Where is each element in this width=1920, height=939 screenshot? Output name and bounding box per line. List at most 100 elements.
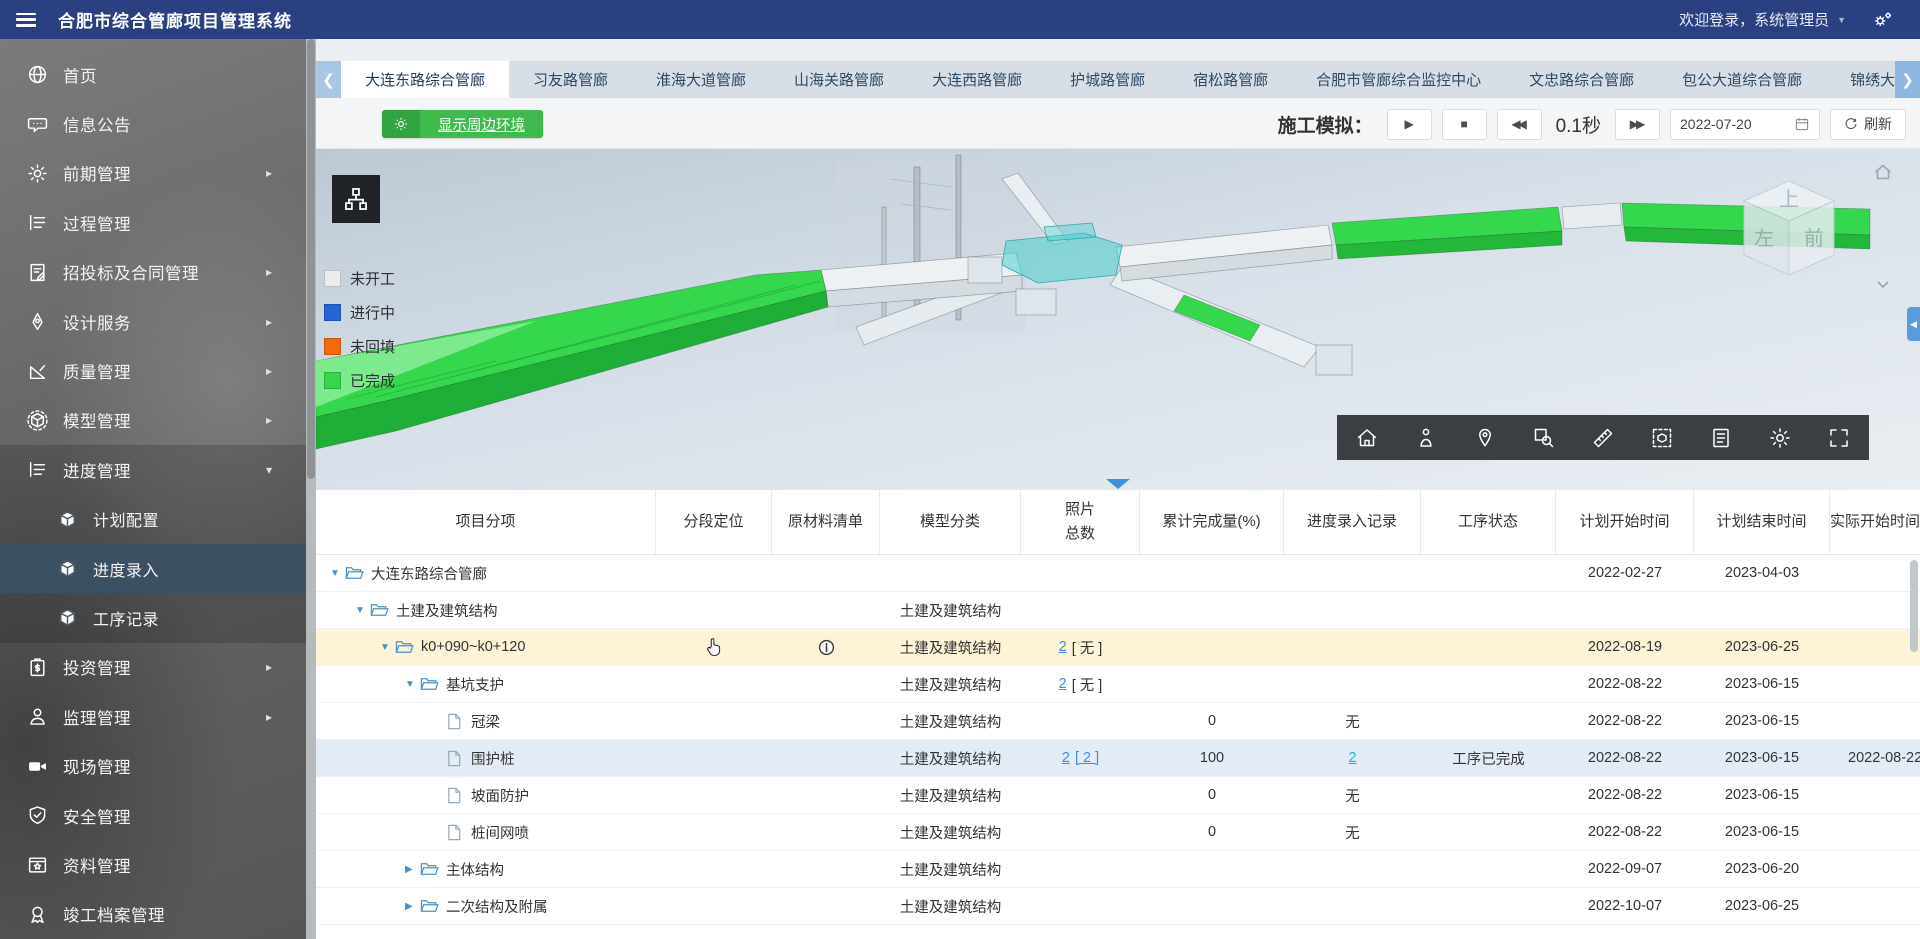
progress-record-link[interactable]: 2	[1348, 750, 1356, 766]
tab-5[interactable]: 护城路管廊	[1046, 61, 1169, 98]
sidebar-item-investment[interactable]: 投资管理▸	[0, 643, 306, 692]
sidebar-item-model[interactable]: 模型管理▸	[0, 396, 306, 445]
tab-3[interactable]: 山海关路管廊	[770, 61, 908, 98]
caret-down-icon[interactable]: ▼	[380, 642, 395, 653]
caret-down-icon[interactable]: ▼	[355, 605, 370, 616]
photo-bracket-link[interactable]: [ 2 ]	[1075, 750, 1099, 766]
column-header-pct: 累计完成量(%)	[1140, 490, 1284, 554]
table-row-2[interactable]: ▼k0+090~k0+120土建及建筑结构2[ 无 ]2022-08-19202…	[316, 629, 1920, 666]
cell-actual_start	[1830, 777, 1920, 813]
table-row-6[interactable]: 坡面防护土建及建筑结构0无2022-08-222023-06-15	[316, 777, 1920, 814]
sidebar-item-plan-config[interactable]: 计划配置	[0, 495, 306, 544]
tab-1[interactable]: 习友路管廊	[509, 61, 632, 98]
home-view-icon[interactable]	[1355, 426, 1379, 450]
sidebar-item-documents[interactable]: 资料管理	[0, 840, 306, 889]
model-viewport[interactable]: 未开工进行中未回填已完成 上 左 前	[316, 149, 1920, 490]
tab-9[interactable]: 包公大道综合管廊	[1658, 61, 1826, 98]
cell-plan_end: 2023-06-15	[1694, 777, 1830, 813]
box-search-icon[interactable]	[1532, 426, 1556, 450]
sidebar-item-schedule[interactable]: 进度管理▾	[0, 445, 306, 494]
table-row-4[interactable]: 冠梁土建及建筑结构0无2022-08-222023-06-15	[316, 703, 1920, 740]
table-row-0[interactable]: ▼大连东路综合管廊2022-02-272023-04-03	[316, 555, 1920, 592]
table-scrollbar[interactable]	[1910, 560, 1918, 652]
caret-right-icon[interactable]: ▶	[405, 901, 420, 912]
cell-plan_end: 2023-06-25	[1694, 629, 1830, 665]
show-environment-button[interactable]: 显示周边环境	[382, 110, 543, 138]
view-home-icon[interactable]	[1872, 161, 1894, 183]
caret-right-icon[interactable]: ▶	[405, 864, 420, 875]
folder-icon	[395, 639, 414, 656]
fullscreen-icon[interactable]	[1827, 426, 1851, 450]
sidebar-item-design-service[interactable]: 设计服务▸	[0, 297, 306, 346]
tab-7[interactable]: 合肥市管廊综合监控中心	[1292, 61, 1505, 98]
fast-forward-button[interactable]: ▶▶	[1615, 109, 1660, 140]
cell-seg	[656, 814, 772, 850]
sidebar-item-notice[interactable]: 信息公告	[0, 99, 306, 148]
cell-pct	[1140, 851, 1284, 887]
caret-down-icon[interactable]: ▼	[405, 679, 420, 690]
column-header-status: 工序状态	[1421, 490, 1556, 554]
cell-status	[1421, 851, 1556, 887]
sidebar-item-supervision[interactable]: 监理管理▸	[0, 692, 306, 741]
location-pin-icon[interactable]	[1473, 426, 1497, 450]
sidebar-item-quality[interactable]: 质量管理▸	[0, 346, 306, 395]
user-menu[interactable]: 欢迎登录，系统管理员 ▼	[1679, 9, 1846, 30]
cube-chevron-down-icon[interactable]	[1874, 275, 1892, 293]
sidebar-item-home[interactable]: 首页	[0, 50, 306, 99]
stop-button[interactable]: ■	[1442, 109, 1487, 140]
tab-2[interactable]: 淮海大道管廊	[632, 61, 770, 98]
table-row-1[interactable]: ▼土建及建筑结构土建及建筑结构	[316, 592, 1920, 629]
tabs-scroll-right-icon[interactable]: ❯	[1895, 61, 1920, 98]
caret-down-icon[interactable]: ▼	[330, 568, 345, 579]
sidebar-scrollbar[interactable]	[306, 39, 316, 939]
sidebar-item-bidding-contract[interactable]: 招投标及合同管理▸	[0, 248, 306, 297]
sidebar-item-process[interactable]: 过程管理	[0, 198, 306, 247]
cell-pct: 0	[1140, 814, 1284, 850]
globe-icon	[27, 64, 48, 85]
cell-status	[1421, 555, 1556, 591]
photo-count-link[interactable]: 2	[1062, 750, 1070, 766]
tab-4[interactable]: 大连西路管廊	[908, 61, 1046, 98]
legend-item: 已完成	[324, 363, 395, 397]
first-person-icon[interactable]	[1414, 426, 1438, 450]
tab-8[interactable]: 文忠路综合管廊	[1505, 61, 1658, 98]
table-row-5[interactable]: 围护桩土建及建筑结构2[ 2 ]1002工序已完成2022-08-222023-…	[316, 740, 1920, 777]
viewer-settings-gear-icon[interactable]	[1768, 426, 1792, 450]
tab-10[interactable]: 锦绣大道综合管廊	[1826, 61, 1895, 98]
model-tree-button[interactable]	[332, 175, 380, 223]
section-box-icon[interactable]	[1650, 426, 1674, 450]
sidebar-item-process-record[interactable]: 工序记录	[0, 593, 306, 642]
table-row-8[interactable]: ▶主体结构土建及建筑结构2022-09-072023-06-20	[316, 851, 1920, 888]
sidebar-item-completion-archive[interactable]: 竣工档案管理	[0, 890, 306, 939]
right-panel-toggle-icon[interactable]: ◀	[1907, 307, 1920, 341]
tab-6[interactable]: 宿松路管廊	[1169, 61, 1292, 98]
sidebar-item-early-stage[interactable]: 前期管理▸	[0, 149, 306, 198]
list-panel-icon[interactable]	[1709, 426, 1733, 450]
date-picker[interactable]	[1670, 109, 1820, 140]
refresh-button[interactable]: 刷新	[1830, 109, 1906, 140]
sidebar-item-label: 投资管理	[63, 655, 131, 679]
play-button[interactable]: ▶	[1387, 109, 1432, 140]
sidebar-item-safety[interactable]: 安全管理	[0, 791, 306, 840]
navigation-cube[interactable]: 上 左 前	[1730, 167, 1848, 285]
cell-plan_start	[1556, 592, 1694, 628]
hamburger-menu-icon[interactable]	[16, 13, 36, 27]
table-row-9[interactable]: ▶二次结构及附属土建及建筑结构2022-10-072023-06-25	[316, 888, 1920, 925]
table-row-7[interactable]: 桩间网喷土建及建筑结构0无2022-08-222023-06-15	[316, 814, 1920, 851]
cell-model: 土建及建筑结构	[880, 888, 1021, 924]
settings-gears-icon[interactable]	[1872, 9, 1894, 31]
table-row-3[interactable]: ▼基坑支护土建及建筑结构2[ 无 ]2022-08-222023-06-15	[316, 666, 1920, 703]
sidebar-item-progress-entry[interactable]: 进度录入	[0, 544, 306, 593]
photo-count-link[interactable]: 2	[1059, 639, 1067, 655]
cell-status	[1421, 703, 1556, 739]
viewport-collapse-handle[interactable]	[1102, 479, 1134, 490]
date-input[interactable]	[1680, 116, 1780, 132]
tabs-scroll-left-icon[interactable]: ❮	[316, 61, 341, 98]
info-icon[interactable]	[818, 639, 835, 656]
measure-ruler-icon[interactable]	[1591, 426, 1615, 450]
column-header-model: 模型分类	[880, 490, 1021, 554]
rewind-button[interactable]: ◀◀	[1497, 109, 1542, 140]
sidebar-item-site[interactable]: 现场管理	[0, 741, 306, 790]
tab-0[interactable]: 大连东路综合管廊	[341, 61, 509, 98]
photo-count-link[interactable]: 2	[1059, 676, 1067, 692]
